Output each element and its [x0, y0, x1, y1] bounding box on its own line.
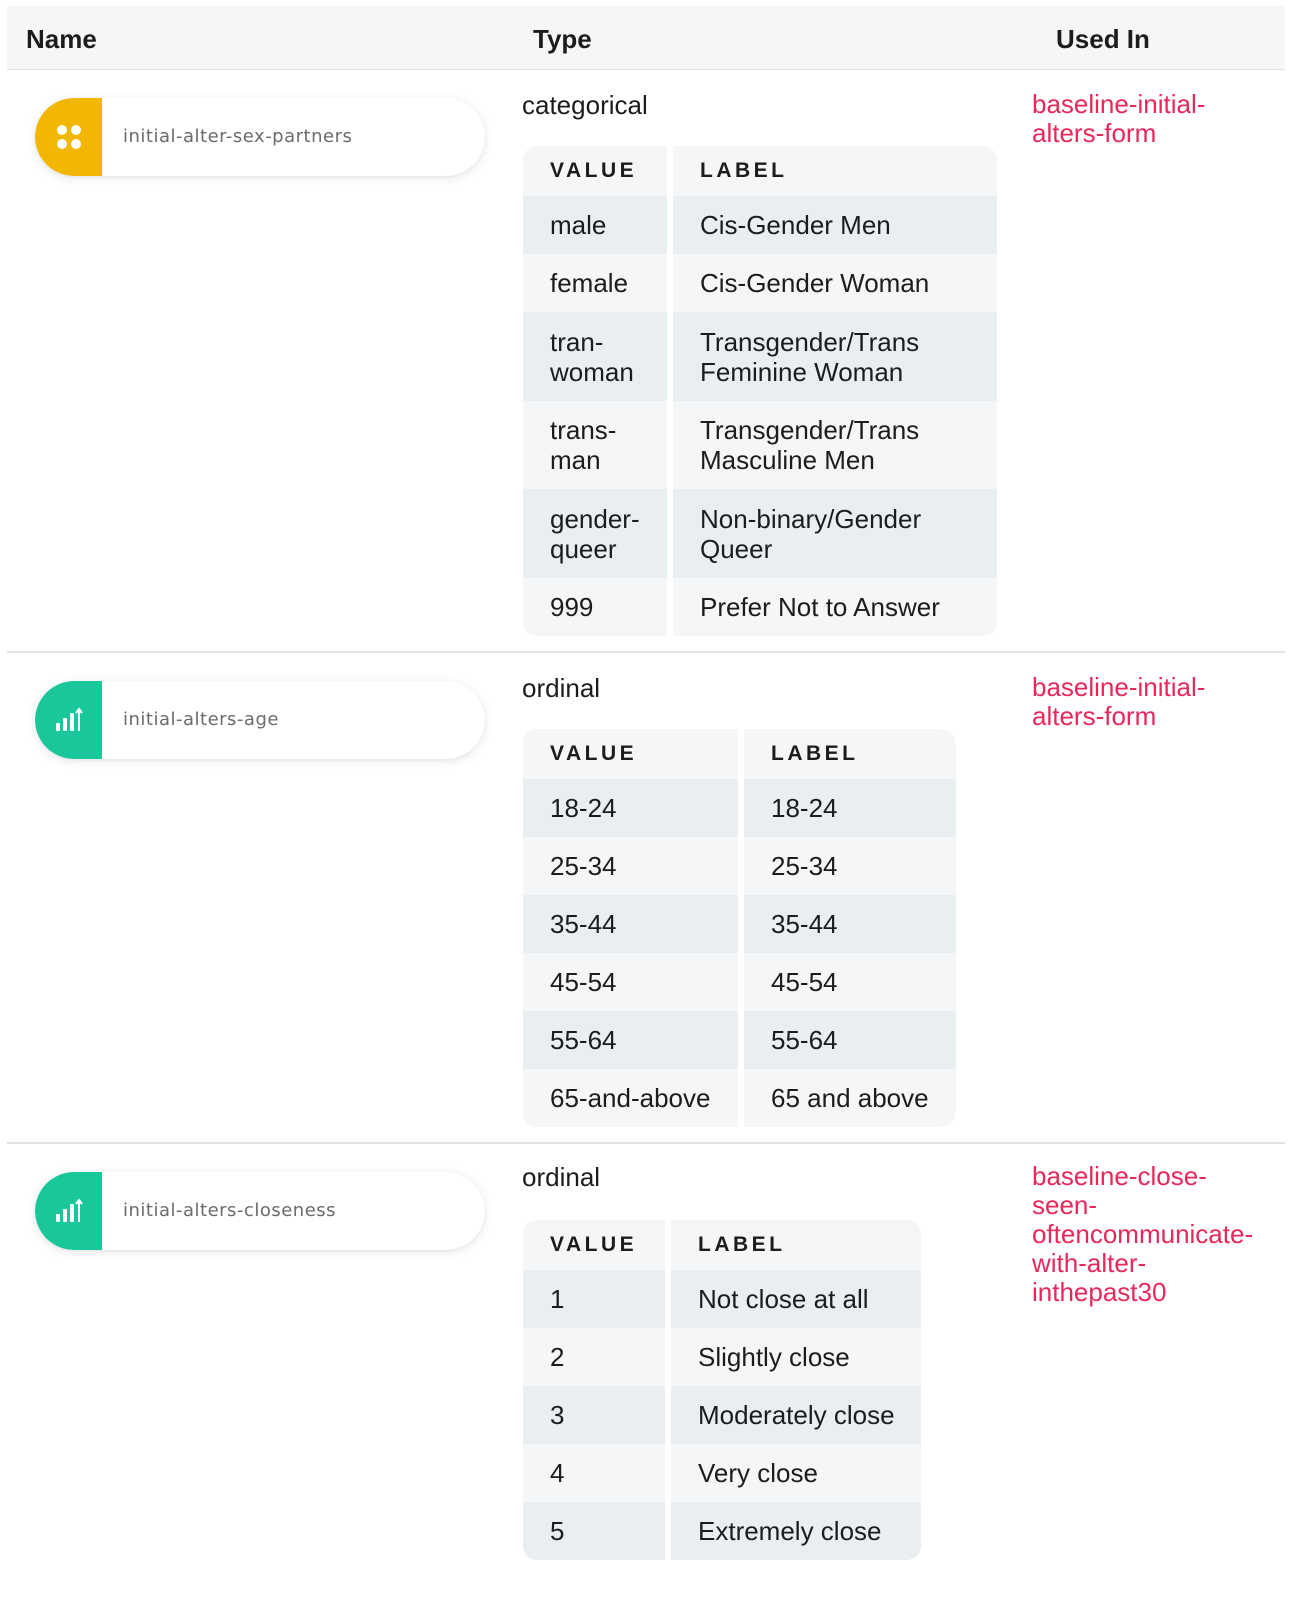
column-value: VALUE	[523, 146, 667, 196]
row-label: Cis-Gender Woman	[673, 254, 997, 312]
row-value: gender- queer	[523, 489, 667, 578]
variable-name: initial-alter-sex-partners	[123, 126, 353, 147]
variable-type: ordinal	[522, 673, 601, 703]
row-value: 1	[523, 1270, 665, 1328]
row-value: 18-24	[523, 779, 738, 837]
table-header: Name Type Used In	[7, 6, 1285, 70]
header-used-in: Used In	[1056, 24, 1150, 54]
table-row: 55-64 55-64	[523, 1011, 956, 1069]
row-value: 65-and-above	[523, 1069, 738, 1127]
variable-name: initial-alters-age	[123, 709, 279, 730]
row-label: 18-24	[744, 779, 956, 837]
variable-pill[interactable]: initial-alters-closeness	[35, 1172, 485, 1250]
row-value: 45-54	[523, 953, 738, 1011]
table-row: 1 Not close at all	[523, 1270, 921, 1328]
variable-badge	[35, 681, 102, 759]
table-row: tran- woman Transgender/Trans Feminine W…	[523, 312, 997, 401]
variable-row: initial-alter-sex-partners categorical V…	[7, 70, 1285, 653]
ordinal-bars-icon	[55, 1198, 83, 1222]
row-value: 2	[523, 1328, 665, 1386]
row-value: trans- man	[523, 401, 667, 489]
table-row: 4 Very close	[523, 1444, 921, 1502]
row-label: 55-64	[744, 1011, 956, 1069]
row-value: 999	[523, 578, 667, 636]
used-in-link[interactable]: baseline-initial- alters-form	[1032, 90, 1205, 148]
row-value: 3	[523, 1386, 665, 1444]
table-row: 5 Extremely close	[523, 1502, 921, 1560]
variable-name: initial-alters-closeness	[123, 1200, 337, 1221]
variable-type: ordinal	[522, 1162, 601, 1192]
row-label: Cis-Gender Men	[673, 196, 997, 254]
row-value: 4	[523, 1444, 665, 1502]
dots-grid-icon	[56, 125, 81, 149]
used-in-link[interactable]: baseline-close- seen- oftencommunicate- …	[1032, 1162, 1253, 1307]
table-row: female Cis-Gender Woman	[523, 254, 997, 312]
table-row: 65-and-above 65 and above	[523, 1069, 956, 1127]
table-row: 3 Moderately close	[523, 1386, 921, 1444]
row-label: 45-54	[744, 953, 956, 1011]
table-row: 25-34 25-34	[523, 837, 956, 895]
variable-pill[interactable]: initial-alter-sex-partners	[35, 98, 485, 176]
row-label: Transgender/Trans Masculine Men	[673, 401, 997, 489]
column-label: LABEL	[671, 1220, 921, 1270]
row-value: 5	[523, 1502, 665, 1560]
column-value: VALUE	[523, 729, 738, 779]
row-value: 55-64	[523, 1011, 738, 1069]
row-label: Extremely close	[671, 1502, 921, 1560]
variable-pill[interactable]: initial-alters-age	[35, 681, 485, 759]
row-label: 25-34	[744, 837, 956, 895]
row-label: Non-binary/Gender Queer	[673, 489, 997, 578]
table-row: male Cis-Gender Men	[523, 196, 997, 254]
row-value: male	[523, 196, 667, 254]
ordinal-bars-icon	[55, 707, 83, 731]
row-label: Transgender/Trans Feminine Woman	[673, 312, 997, 401]
variable-badge	[35, 98, 102, 176]
row-value: 35-44	[523, 895, 738, 953]
row-label: Moderately close	[671, 1386, 921, 1444]
table-row: 2 Slightly close	[523, 1328, 921, 1386]
row-label: 65 and above	[744, 1069, 956, 1127]
column-label: LABEL	[744, 729, 956, 779]
table-row: 45-54 45-54	[523, 953, 956, 1011]
variable-type: categorical	[522, 90, 648, 120]
row-value: tran- woman	[523, 312, 667, 401]
row-label: Slightly close	[671, 1328, 921, 1386]
values-table-header: VALUE LABEL	[523, 729, 956, 779]
variable-row: initial-alters-age ordinal VALUE LABEL 1…	[7, 653, 1285, 1144]
row-value: female	[523, 254, 667, 312]
table-row: gender- queer Non-binary/Gender Queer	[523, 489, 997, 578]
table-row: 35-44 35-44	[523, 895, 956, 953]
column-label: LABEL	[673, 146, 997, 196]
values-table: VALUE LABEL 18-24 18-24 25-34 25-34 35-4…	[523, 729, 956, 1127]
row-label: Very close	[671, 1444, 921, 1502]
row-value: 25-34	[523, 837, 738, 895]
table-row: 18-24 18-24	[523, 779, 956, 837]
values-table: VALUE LABEL 1 Not close at all 2 Slightl…	[523, 1220, 921, 1560]
values-table: VALUE LABEL male Cis-Gender Men female C…	[523, 146, 997, 636]
values-table-header: VALUE LABEL	[523, 1220, 921, 1270]
table-row: 999 Prefer Not to Answer	[523, 578, 997, 636]
used-in-link[interactable]: baseline-initial- alters-form	[1032, 673, 1205, 731]
variable-row: initial-alters-closeness ordinal VALUE L…	[7, 1144, 1285, 1600]
column-value: VALUE	[523, 1220, 665, 1270]
row-label: 35-44	[744, 895, 956, 953]
header-name: Name	[26, 24, 97, 54]
row-label: Prefer Not to Answer	[673, 578, 997, 636]
row-label: Not close at all	[671, 1270, 921, 1328]
values-table-header: VALUE LABEL	[523, 146, 997, 196]
header-type: Type	[533, 24, 592, 54]
variable-badge	[35, 1172, 102, 1250]
table-row: trans- man Transgender/Trans Masculine M…	[523, 401, 997, 489]
